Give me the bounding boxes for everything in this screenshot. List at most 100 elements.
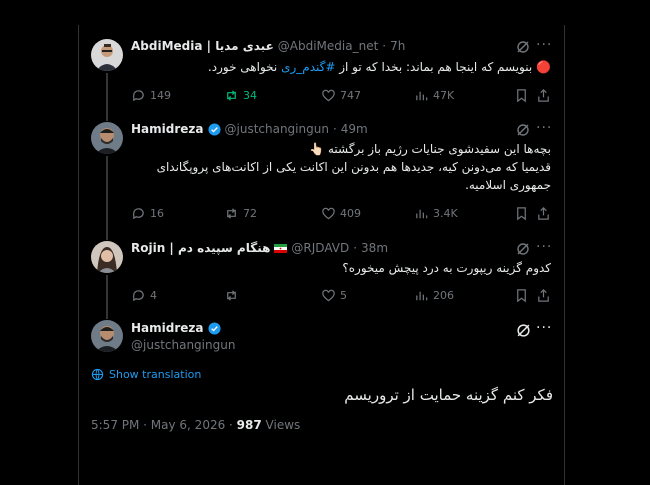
tweet-text-line: جمهوری اسلامیه. <box>465 178 551 192</box>
bookmark-button[interactable] <box>514 288 529 303</box>
verified-badge-icon <box>207 122 221 136</box>
share-button[interactable] <box>536 206 551 221</box>
tweet-header: AbdiMedia | عبدی مدیا @AbdiMedia_net · 7… <box>131 39 405 53</box>
author-handle[interactable]: @justchangingun <box>131 338 235 352</box>
tweet-text: کدوم گزینه ریپورت به درد پیچش میخوره؟ <box>131 259 551 277</box>
like-count: 747 <box>340 89 361 102</box>
thread-connector <box>106 73 108 121</box>
reply-button[interactable]: 16 <box>131 206 164 221</box>
views-button[interactable]: 206 <box>414 288 454 303</box>
repost-icon <box>227 90 236 101</box>
views-count: 206 <box>433 289 454 302</box>
status-emoji: 🔴 <box>536 60 551 74</box>
tweet-text: 🔴 بنویسم که اینجا هم بماند: بخدا که تو ا… <box>131 58 551 76</box>
like-count: 409 <box>340 207 361 220</box>
author-name[interactable]: Hamidreza <box>131 122 204 136</box>
share-icon <box>538 289 549 302</box>
views-icon <box>416 91 428 101</box>
views-count: 987 <box>236 418 262 432</box>
avatar[interactable] <box>91 241 123 273</box>
views-button[interactable]: 47K <box>414 88 454 103</box>
author-name[interactable]: Rojin | هنگام سپیده دم <box>131 241 270 255</box>
author-handle[interactable]: @justchangingun <box>225 122 329 136</box>
tweet-text-line: بچه‌ها این سفیدشوی جنایات رژیم باز برگشت… <box>309 142 551 156</box>
separator: · <box>353 241 358 255</box>
author-handle[interactable]: @RJDAVD <box>291 241 349 255</box>
heart-icon <box>322 289 335 302</box>
views-count: 47K <box>433 89 455 102</box>
post-timestamp[interactable]: 5:57 PM · May 6, 2026 · <box>91 418 237 432</box>
repost-count: 34 <box>243 89 257 102</box>
share-button[interactable] <box>536 288 551 303</box>
tweet-text: بچه‌ها این سفیدشوی جنایات رژیم باز برگشت… <box>131 140 551 194</box>
views-label: Views <box>261 418 301 432</box>
share-button[interactable] <box>536 88 551 103</box>
iran-flag-icon <box>274 243 288 253</box>
hashtag-link[interactable]: #گندم_ری <box>281 60 335 74</box>
tweet-actions: 149 34 747 47K <box>131 88 551 104</box>
author-handle[interactable]: @AbdiMedia_net <box>278 39 379 53</box>
reply-button[interactable]: 149 <box>131 88 171 103</box>
more-options-button[interactable]: ··· <box>536 37 552 53</box>
bookmark-icon <box>517 289 526 303</box>
share-icon <box>538 89 549 102</box>
repost-button[interactable]: 34 <box>224 88 257 103</box>
author-name[interactable]: Hamidreza <box>131 321 204 335</box>
bookmark-button[interactable] <box>514 88 529 103</box>
like-button[interactable]: 5 <box>321 288 347 303</box>
reply-count: 16 <box>150 207 164 220</box>
show-translation-link[interactable]: Show translation <box>91 368 201 381</box>
avatar[interactable] <box>91 39 123 71</box>
separator: · <box>382 39 387 53</box>
repost-icon <box>227 208 236 219</box>
tweet-actions: 4 5 206 <box>131 288 551 304</box>
more-options-button[interactable]: ··· <box>536 120 552 136</box>
share-icon <box>538 207 549 220</box>
like-button[interactable]: 409 <box>321 206 361 221</box>
author-name[interactable]: AbdiMedia | عبدی مدیا <box>131 39 274 53</box>
show-translation-label: Show translation <box>109 368 202 381</box>
tweet-text-line: قدیمیا که می‌دونن کیه، جدیدها هم بدونن ا… <box>156 160 551 174</box>
more-options-button[interactable]: ··· <box>536 320 552 336</box>
timestamp[interactable]: 38m <box>361 241 388 255</box>
views-icon <box>416 209 428 219</box>
heart-icon <box>322 207 335 220</box>
repost-count: 72 <box>243 207 257 220</box>
repost-icon <box>227 290 236 301</box>
thread-connector <box>106 275 108 319</box>
timestamp[interactable]: 49m <box>341 122 368 136</box>
views-button[interactable]: 3.4K <box>414 206 458 221</box>
grok-icon[interactable] <box>516 323 531 338</box>
views-icon <box>416 291 428 301</box>
tweet-actions: 16 72 409 3.4K <box>131 206 551 222</box>
like-button[interactable]: 747 <box>321 88 361 103</box>
reply-icon <box>132 90 144 102</box>
globe-icon <box>91 368 104 381</box>
separator: · <box>332 122 337 136</box>
verified-badge-icon <box>207 321 221 335</box>
bookmark-button[interactable] <box>514 206 529 221</box>
main-tweet-header: Hamidreza <box>131 321 221 335</box>
timestamp[interactable]: 7h <box>390 39 405 53</box>
grok-icon[interactable] <box>516 40 530 54</box>
avatar[interactable] <box>91 320 123 352</box>
reply-count: 4 <box>150 289 157 302</box>
grok-icon[interactable] <box>516 242 530 256</box>
reply-button[interactable]: 4 <box>131 288 157 303</box>
tweet-header: Rojin | هنگام سپیده دم @RJDAVD · 38m <box>131 241 388 255</box>
bookmark-icon <box>517 207 526 221</box>
repost-button[interactable] <box>224 288 243 303</box>
more-options-button[interactable]: ··· <box>536 239 552 255</box>
tweet-header: Hamidreza @justchangingun · 49m <box>131 122 368 136</box>
reply-icon <box>132 208 144 220</box>
tweet-text-line: کدوم گزینه ریپورت به درد پیچش میخوره؟ <box>342 261 551 275</box>
heart-icon <box>322 89 335 102</box>
reply-count: 149 <box>150 89 171 102</box>
avatar[interactable] <box>91 122 123 154</box>
main-tweet-text: فکر کنم گزینه حمایت از تروریسم <box>344 386 553 404</box>
repost-button[interactable]: 72 <box>224 206 257 221</box>
tweet-text-part: نخواهی خورد. <box>207 60 282 74</box>
tweet-metadata: 5:57 PM · May 6, 2026 · 987 Views <box>91 418 300 432</box>
bookmark-icon <box>517 89 526 103</box>
grok-icon[interactable] <box>516 123 530 137</box>
